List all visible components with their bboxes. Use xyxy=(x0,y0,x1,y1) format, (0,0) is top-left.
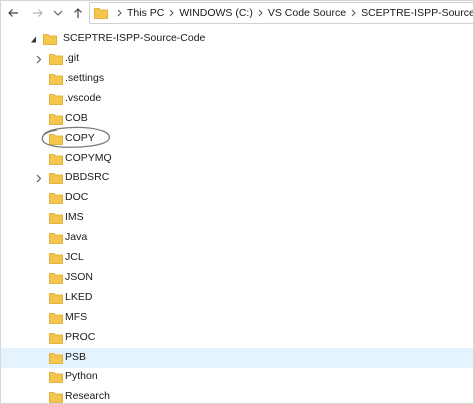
navigation-bar: This PC WINDOWS (C:) VS Code Source SCEP… xyxy=(1,1,473,27)
breadcrumb-windows-drive[interactable]: WINDOWS (C:) xyxy=(179,7,253,19)
tree-item-copymq[interactable]: COPYMQ xyxy=(1,149,473,169)
tree-item-label: COB xyxy=(65,111,88,124)
arrow-left-icon[interactable] xyxy=(4,4,22,22)
breadcrumb-chevron-icon[interactable] xyxy=(169,9,175,17)
folder-icon xyxy=(49,193,63,205)
tree-item-ims[interactable]: IMS xyxy=(1,208,473,228)
folder-icon xyxy=(49,312,63,324)
folder-icon xyxy=(49,392,63,403)
tree-item-label: COPYMQ xyxy=(65,151,112,164)
arrow-up-icon[interactable] xyxy=(69,4,87,22)
folder-icon xyxy=(49,153,63,165)
folder-icon xyxy=(49,292,63,304)
breadcrumb-sceptre-folder[interactable]: SCEPTRE-ISPP-Source-Code xyxy=(361,7,473,19)
folder-icon xyxy=(49,173,63,185)
tree-item-label: Research xyxy=(65,390,110,403)
folder-icon xyxy=(49,93,63,105)
tree-item-label: JCL xyxy=(65,251,84,263)
folder-icon xyxy=(49,352,63,364)
tree-item-label: MFS xyxy=(65,310,88,323)
folder-icon xyxy=(43,34,57,45)
chevron-expanded-icon[interactable] xyxy=(27,34,37,44)
tree-item-label: DBDSRC xyxy=(65,171,110,184)
tree-item-mfs[interactable]: MFS xyxy=(1,308,473,328)
tree-item-dot-settings[interactable]: .settings xyxy=(1,69,473,89)
arrow-right-icon[interactable] xyxy=(29,4,47,22)
tree-item-label: Python xyxy=(65,370,98,383)
folder-icon xyxy=(49,113,63,125)
breadcrumb-chevron-icon[interactable] xyxy=(117,9,122,17)
tree-item-label: .git xyxy=(65,52,80,64)
tree-item-json[interactable]: JSON xyxy=(1,268,473,288)
chevron-right-icon[interactable] xyxy=(34,173,44,183)
tree-item-label: LKED xyxy=(65,290,93,303)
tree-root-label: SCEPTRE-ISPP-Source-Code xyxy=(63,32,206,44)
folder-icon xyxy=(94,7,108,19)
tree-item-label: IMS xyxy=(65,211,84,224)
breadcrumb-chevron-icon[interactable] xyxy=(351,9,356,17)
chevron-right-icon[interactable] xyxy=(34,54,44,64)
folder-icon xyxy=(49,73,63,85)
tree-item-proc[interactable]: PROC xyxy=(1,328,473,348)
tree-item-label: PSB xyxy=(65,350,87,363)
tree-item-label: PROC xyxy=(65,330,96,343)
tree-item-dot-git[interactable]: .git xyxy=(1,49,473,69)
tree-item-label: DOC xyxy=(65,191,89,204)
tree-item-python[interactable]: Python xyxy=(1,367,473,387)
folder-icon xyxy=(49,233,63,244)
tree-item-dot-vscode[interactable]: .vscode xyxy=(1,89,473,109)
tree-item-psb[interactable]: PSB xyxy=(1,347,473,368)
tree-item-java[interactable]: Java xyxy=(1,228,473,248)
tree-item-research[interactable]: Research xyxy=(1,387,473,403)
folder-icon xyxy=(49,253,63,264)
breadcrumb-vs-code-source[interactable]: VS Code Source xyxy=(268,7,346,19)
breadcrumb-this-pc[interactable]: This PC xyxy=(127,7,164,19)
tree-item-label: .settings xyxy=(65,71,105,84)
tree-item-dbdsrc[interactable]: DBDSRC xyxy=(1,168,473,188)
breadcrumb-chevron-icon[interactable] xyxy=(258,9,263,17)
tree-item-lked[interactable]: LKED xyxy=(1,288,473,308)
tree-item-jcl[interactable]: JCL xyxy=(1,248,473,268)
chevron-down-icon[interactable] xyxy=(49,4,67,22)
tree-item-doc[interactable]: DOC xyxy=(1,188,473,208)
tree-item-label: Java xyxy=(65,231,88,244)
folder-icon xyxy=(49,213,63,225)
file-explorer-window: This PC WINDOWS (C:) VS Code Source SCEP… xyxy=(0,0,474,404)
tree-item-label: JSON xyxy=(65,270,94,283)
folder-icon xyxy=(49,372,63,384)
tree-item-label: .vscode xyxy=(65,91,102,104)
folder-icon xyxy=(49,332,63,344)
address-bar[interactable]: This PC WINDOWS (C:) VS Code Source SCEP… xyxy=(89,2,473,24)
annotation-circle xyxy=(41,126,111,148)
folder-icon xyxy=(49,272,63,284)
tree-root-row[interactable]: SCEPTRE-ISPP-Source-Code xyxy=(1,29,473,49)
folder-icon xyxy=(49,54,63,65)
